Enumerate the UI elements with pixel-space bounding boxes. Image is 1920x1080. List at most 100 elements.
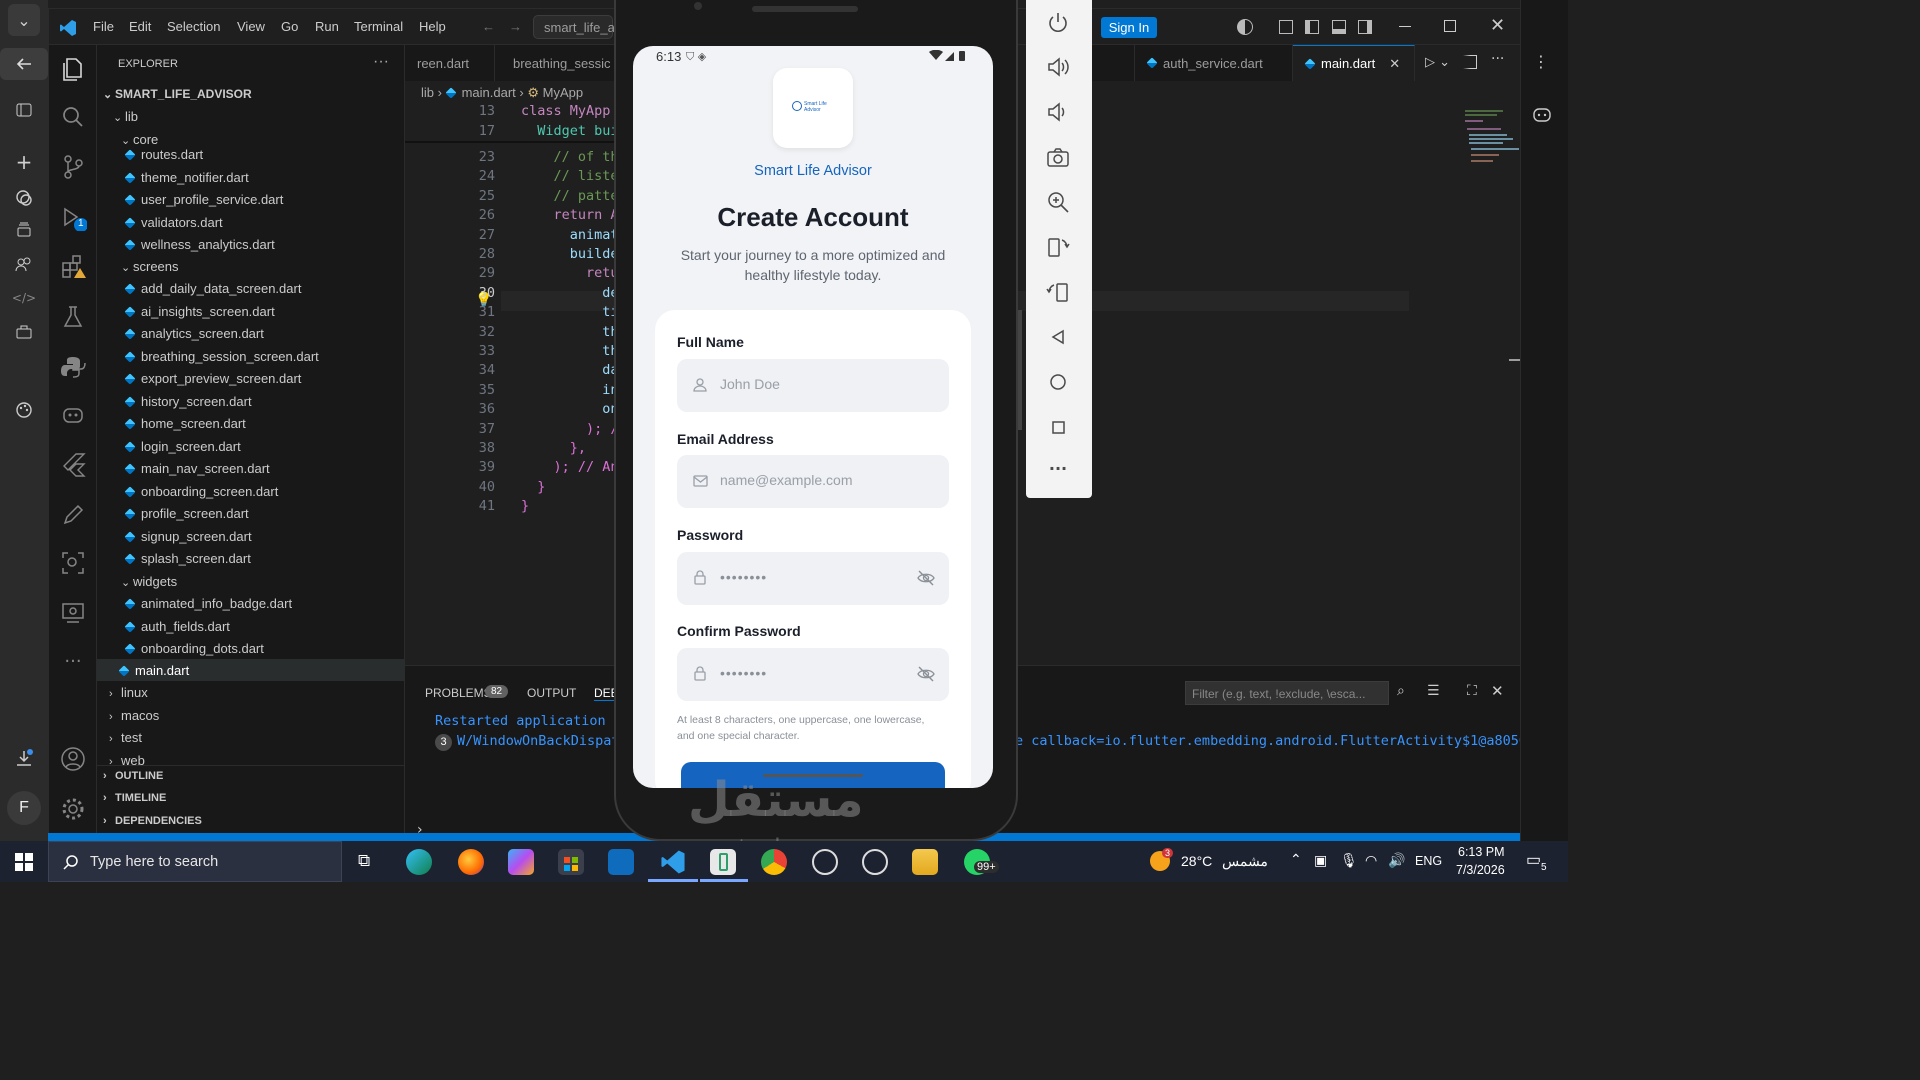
- file-item[interactable]: validators.dart: [124, 215, 223, 230]
- camera-tray-icon[interactable]: ▣: [1314, 852, 1327, 869]
- flutter-icon[interactable]: [59, 451, 87, 479]
- layout-icon[interactable]: [1279, 20, 1293, 34]
- file-item[interactable]: main_nav_screen.dart: [124, 461, 270, 476]
- code-line[interactable]: },: [521, 440, 586, 456]
- file-item[interactable]: splash_screen.dart: [124, 551, 251, 566]
- copilot-face-icon[interactable]: [1532, 106, 1552, 124]
- scan-icon[interactable]: [59, 549, 87, 577]
- volume-tray-icon[interactable]: 🔊: [1388, 852, 1405, 869]
- file-item[interactable]: history_screen.dart: [124, 394, 252, 409]
- zoom-icon[interactable]: [1045, 189, 1071, 215]
- file-explorer-icon[interactable]: [912, 849, 938, 875]
- file-item[interactable]: user_profile_service.dart: [124, 192, 283, 207]
- search-icon[interactable]: [59, 103, 87, 131]
- maximize-icon[interactable]: [1444, 20, 1456, 32]
- volume-down-icon[interactable]: [1045, 99, 1071, 125]
- language-indicator[interactable]: ENG: [1415, 854, 1442, 868]
- toggle-sidebar-icon[interactable]: [1305, 20, 1319, 34]
- folder-core[interactable]: ⌄ core: [121, 132, 158, 147]
- overview-square-icon[interactable]: [1045, 414, 1071, 440]
- menu-edit[interactable]: Edit: [129, 19, 151, 34]
- copilot-icon[interactable]: [1237, 19, 1253, 35]
- full-name-input[interactable]: John Doe: [677, 359, 949, 412]
- menu-help[interactable]: Help: [419, 19, 446, 34]
- maximize-panel-icon[interactable]: ⛶: [1467, 683, 1477, 699]
- code-icon[interactable]: </>: [8, 282, 40, 314]
- explorer-more-icon[interactable]: ···: [373, 53, 389, 71]
- rotate-left-icon[interactable]: [1045, 234, 1071, 260]
- layers-icon[interactable]: [8, 214, 40, 246]
- nav-forward-icon[interactable]: →: [509, 19, 522, 34]
- weather-condition[interactable]: مشمس: [1222, 853, 1268, 870]
- home-circle-icon[interactable]: [1045, 369, 1071, 395]
- tab-auth-service[interactable]: auth_service.dart: [1135, 45, 1293, 81]
- code-line[interactable]: }: [521, 479, 545, 495]
- toggle-secondary-icon[interactable]: [1358, 20, 1372, 34]
- firefox-icon[interactable]: [458, 849, 484, 875]
- editor-more-icon[interactable]: ···: [1491, 51, 1504, 67]
- file-item[interactable]: home_screen.dart: [124, 416, 246, 431]
- clear-console-icon[interactable]: ☰: [1427, 683, 1440, 699]
- back-arrow-icon[interactable]: [0, 48, 48, 80]
- rotate-right-icon[interactable]: [1045, 279, 1071, 305]
- clock-time[interactable]: 6:13 PM: [1458, 845, 1505, 859]
- folder-screens[interactable]: ⌄ screens: [121, 259, 179, 274]
- clock-date[interactable]: 7/3/2026: [1456, 863, 1505, 877]
- edge-icon[interactable]: [406, 849, 432, 875]
- run-debug-icon[interactable]: 1: [59, 203, 87, 231]
- menu-terminal[interactable]: Terminal: [354, 19, 403, 34]
- weather-temp[interactable]: 28°C: [1181, 853, 1212, 869]
- tab-output[interactable]: OUTPUT: [527, 686, 576, 700]
- eye-off-icon[interactable]: [917, 666, 935, 682]
- section-timeline[interactable]: › TIMELINE: [103, 792, 166, 804]
- settings-gear-icon[interactable]: [59, 795, 87, 823]
- briefcase-icon[interactable]: [8, 316, 40, 348]
- more-icon[interactable]: ···: [59, 651, 87, 679]
- run-icon[interactable]: ▷ ⌄: [1425, 55, 1450, 70]
- vscode-taskbar-icon[interactable]: [660, 849, 686, 875]
- file-item[interactable]: login_screen.dart: [124, 439, 241, 454]
- file-item[interactable]: ai_insights_screen.dart: [124, 304, 275, 319]
- outlook-icon[interactable]: [608, 849, 634, 875]
- power-icon[interactable]: [1045, 10, 1071, 36]
- edit-pen-icon[interactable]: [59, 501, 87, 529]
- eye-off-icon[interactable]: [917, 570, 935, 586]
- toggle-panel-icon[interactable]: [1332, 20, 1346, 34]
- file-item[interactable]: wellness_analytics.dart: [124, 237, 275, 252]
- testing-icon[interactable]: [59, 303, 87, 331]
- file-item[interactable]: auth_fields.dart: [124, 619, 230, 634]
- back-triangle-icon[interactable]: [1045, 324, 1071, 350]
- menu-run[interactable]: Run: [315, 19, 339, 34]
- download-icon[interactable]: [8, 742, 40, 774]
- folder-widgets[interactable]: ⌄ widgets: [121, 574, 177, 589]
- code-line[interactable]: }: [521, 498, 529, 514]
- palette-icon[interactable]: [8, 394, 40, 426]
- file-item[interactable]: profile_screen.dart: [124, 506, 249, 521]
- user-avatar[interactable]: F: [7, 791, 41, 825]
- more-vertical-icon[interactable]: ⋮: [1533, 52, 1549, 71]
- panel-search-icon[interactable]: ⌕: [1397, 683, 1405, 699]
- file-item[interactable]: animated_info_badge.dart: [124, 596, 292, 611]
- file-item[interactable]: theme_notifier.dart: [124, 170, 249, 185]
- emulator-taskbar-icon[interactable]: [710, 849, 736, 875]
- nav-back-icon[interactable]: ←: [482, 19, 495, 34]
- tray-chevron-icon[interactable]: ⌃: [1290, 851, 1302, 868]
- split-editor-icon[interactable]: [1463, 55, 1477, 69]
- extensions-icon[interactable]: [59, 253, 87, 281]
- tab-screen-dart[interactable]: reen.dart: [405, 45, 495, 81]
- files-icon[interactable]: [59, 55, 87, 83]
- folder-item[interactable]: › test: [109, 730, 142, 745]
- menu-file[interactable]: File: [93, 19, 114, 34]
- chatgpt-icon[interactable]: [862, 849, 888, 875]
- wifi-tray-icon[interactable]: ◠: [1365, 852, 1377, 869]
- taskbar-search-box[interactable]: Type here to search: [48, 841, 342, 882]
- volume-up-icon[interactable]: [1045, 54, 1071, 80]
- source-control-icon[interactable]: [59, 153, 87, 181]
- file-item[interactable]: add_daily_data_screen.dart: [124, 281, 301, 296]
- task-view-icon[interactable]: ⧉: [358, 851, 370, 871]
- email-input[interactable]: name@example.com: [677, 455, 949, 508]
- section-dependencies[interactable]: › DEPENDENCIES: [103, 815, 202, 827]
- confirm-password-input[interactable]: ••••••••: [677, 648, 949, 701]
- file-item[interactable]: breathing_session_screen.dart: [124, 349, 319, 364]
- folder-item[interactable]: › macos: [109, 708, 159, 723]
